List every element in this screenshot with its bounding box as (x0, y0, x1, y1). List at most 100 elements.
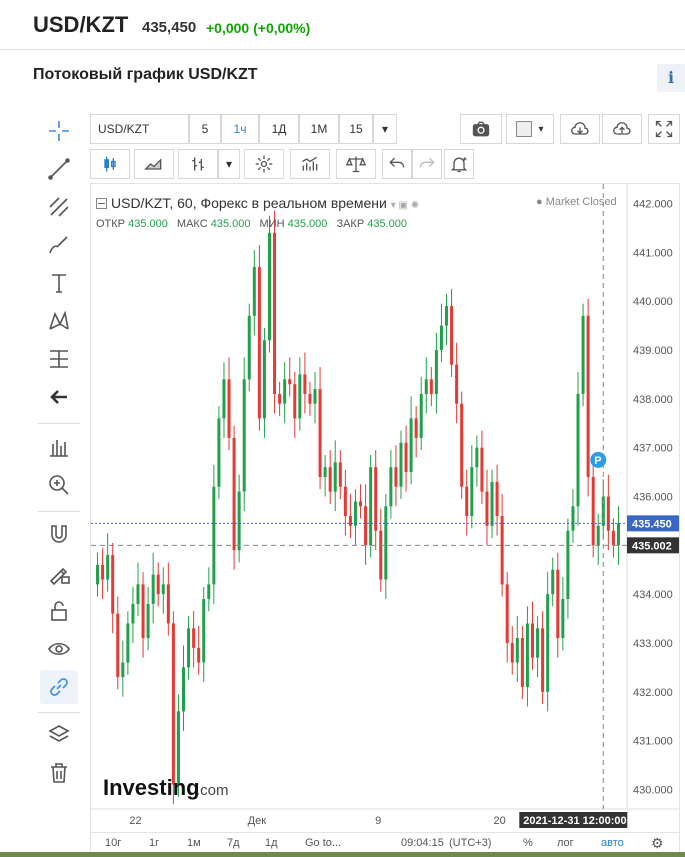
candle-body (121, 662, 125, 678)
candle-body (530, 623, 534, 658)
color-picker-button[interactable]: ▾ (506, 114, 554, 144)
layers-icon[interactable] (40, 718, 78, 752)
y-tick-label: 441.000 (633, 247, 673, 259)
candle-body (439, 325, 443, 351)
candle-body (465, 486, 469, 517)
chart-type-dropdown[interactable]: ▾ (218, 149, 240, 179)
candle-body (389, 467, 393, 507)
candle-body (111, 555, 115, 614)
current-price-label: 435.450 (632, 518, 672, 530)
y-tick-label: 432.000 (633, 687, 673, 699)
candles-icon[interactable] (90, 149, 130, 179)
log-toggle[interactable]: лог (557, 837, 574, 849)
candle-body (303, 374, 307, 394)
text-tool-icon[interactable] (40, 266, 78, 300)
range-1d[interactable]: 1д (265, 837, 278, 849)
interval-dropdown[interactable]: ▾ (373, 114, 397, 144)
candle-body (571, 506, 575, 531)
crosshair-icon[interactable] (40, 114, 78, 148)
drawing-toolbar (30, 112, 88, 802)
candle-body (343, 486, 347, 517)
candle-body (424, 379, 428, 394)
arrow-left-icon[interactable] (40, 380, 78, 414)
price-marker-label: P (594, 455, 601, 467)
x-tick-label: 20 (493, 815, 505, 827)
candle-body (242, 379, 246, 492)
indicators-icon[interactable] (290, 149, 330, 179)
section-title: Потоковый график USD/KZT (33, 66, 258, 83)
candle-body (520, 638, 524, 687)
alert-icon[interactable] (444, 149, 474, 179)
price-chart[interactable]: 442.000 441.000 440.000 439.000 438.000 437.0… (91, 184, 679, 832)
market-status-text: Market Closed (545, 196, 617, 208)
candle-body (556, 569, 560, 639)
undo-icon[interactable] (382, 149, 412, 179)
lock-drawing-icon[interactable] (40, 556, 78, 590)
candle-body (399, 442, 403, 487)
interval-1h[interactable]: 1ч (221, 114, 259, 144)
range-7d[interactable]: 7д (227, 837, 240, 849)
candle-body (217, 418, 221, 487)
lock-icon[interactable] (40, 594, 78, 628)
candle-body (237, 491, 241, 551)
link-icon[interactable] (40, 670, 78, 704)
area-chart-icon[interactable] (134, 149, 174, 179)
candle-body (131, 603, 135, 624)
clock-tz: (UTC+3) (449, 837, 492, 849)
range-10y[interactable]: 10г (105, 837, 121, 849)
chart-area[interactable]: 442.000 441.000 440.000 439.000 438.000 437.0… (90, 183, 680, 833)
candle-body (106, 555, 110, 580)
candle-body (460, 403, 464, 487)
camera-icon[interactable] (460, 114, 502, 144)
x-tick-label: 9 (375, 815, 381, 827)
candle-body (273, 232, 277, 394)
candle-body (257, 267, 261, 419)
settings-gear-icon[interactable]: ⚙ (651, 835, 664, 852)
redo-icon[interactable] (412, 149, 442, 179)
bars-icon[interactable] (178, 149, 218, 179)
brush-icon[interactable] (40, 228, 78, 262)
magnet-icon[interactable] (40, 518, 78, 552)
high-value: 435.000 (210, 218, 251, 230)
collapse-legend-icon[interactable] (96, 198, 107, 209)
interval-5[interactable]: 5 (189, 114, 221, 144)
chart-legend: USD/KZT, 60, Форекс в реальном времени ▾… (96, 195, 419, 211)
trash-icon[interactable] (40, 756, 78, 790)
range-1y[interactable]: 1г (149, 837, 159, 849)
symbol-input[interactable]: USD/KZT (90, 114, 189, 144)
percent-toggle[interactable]: % (523, 837, 533, 849)
candle-body (293, 384, 297, 419)
measure-icon[interactable] (40, 342, 78, 376)
pitchfork-icon[interactable] (40, 190, 78, 224)
candle-body (298, 374, 302, 419)
candle-body (333, 462, 337, 492)
ruler-icon[interactable] (40, 430, 78, 464)
cloud-download-icon[interactable] (560, 114, 600, 144)
pair-price: 435,450 (142, 19, 197, 36)
pattern-icon[interactable] (40, 304, 78, 338)
candle-body (166, 584, 170, 624)
candle-body (151, 574, 155, 604)
range-1m[interactable]: 1м (187, 837, 201, 849)
candle-body (536, 628, 540, 658)
gear-icon[interactable] (244, 149, 284, 179)
watermark-logo: Investing (103, 775, 200, 800)
eye-icon[interactable] (40, 632, 78, 666)
candle-body (359, 501, 363, 507)
y-tick-label: 431.000 (633, 736, 673, 748)
candle-body (116, 613, 120, 678)
cloud-upload-icon[interactable] (602, 114, 642, 144)
goto-button[interactable]: Go to... (305, 837, 341, 849)
candle-body (313, 389, 317, 404)
auto-toggle[interactable]: авто (601, 837, 624, 849)
interval-1m[interactable]: 1М (299, 114, 339, 144)
interval-15[interactable]: 15 (339, 114, 373, 144)
candle-body (212, 486, 216, 585)
compare-icon[interactable] (336, 149, 376, 179)
candle-body (146, 603, 150, 639)
interval-1d[interactable]: 1Д (259, 114, 299, 144)
trend-line-icon[interactable] (40, 152, 78, 186)
info-button[interactable]: i (657, 64, 685, 92)
zoom-in-icon[interactable] (40, 468, 78, 502)
fullscreen-icon[interactable] (648, 114, 680, 144)
